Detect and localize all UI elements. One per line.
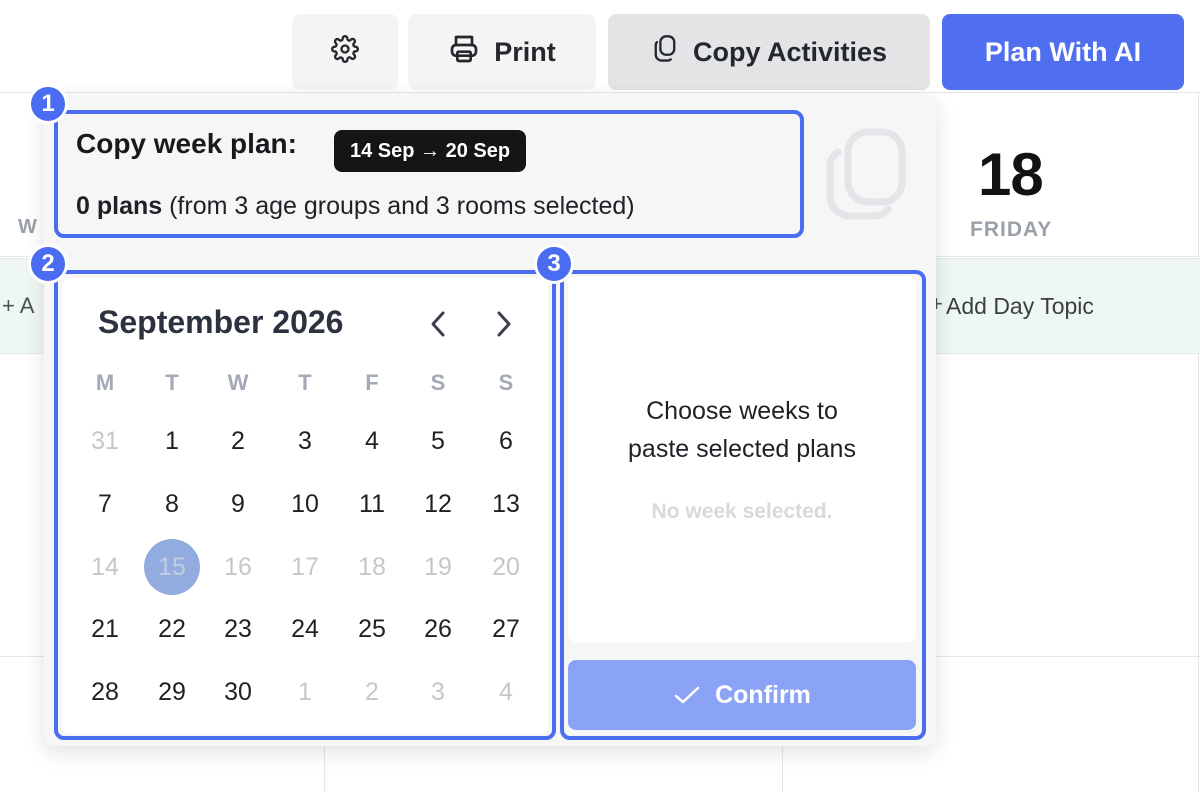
calendar-day[interactable]: 4 — [344, 413, 400, 469]
weekday-label: S — [498, 370, 514, 395]
paste-instructions-line2: paste selected plans — [628, 435, 856, 463]
calendar-day: 19 — [424, 552, 452, 581]
plan-with-ai-label: Plan With AI — [984, 36, 1142, 67]
confirm-label: Confirm — [715, 680, 811, 709]
calendar-day[interactable]: 1 — [144, 413, 200, 469]
settings-button[interactable] — [292, 14, 398, 90]
calendar-day: 18 — [358, 552, 386, 581]
weekday-label: W — [227, 370, 249, 395]
plans-detail: (from 3 age groups and 3 rooms selected) — [169, 192, 635, 220]
calendar-day[interactable]: 10 — [277, 476, 333, 532]
step-badge-2: 2 — [28, 244, 68, 284]
planner-screen: W + A + Add Day Topic 18 FRIDAY Print Co… — [0, 0, 1200, 792]
grid-line — [1198, 92, 1199, 792]
calendar-day[interactable]: 22 — [144, 601, 200, 657]
weekday-label: F — [365, 370, 379, 395]
calendar-day: 17 — [291, 552, 319, 581]
calendar-day[interactable]: 7 — [77, 476, 133, 532]
calendar-day: 31 — [91, 426, 119, 455]
printer-icon — [448, 33, 480, 72]
calendar-day: 16 — [224, 552, 252, 581]
chevron-left-icon — [431, 311, 445, 337]
calendar-day[interactable]: 2 — [210, 413, 266, 469]
calendar-day[interactable]: 21 — [77, 601, 133, 657]
calendar-day[interactable]: 12 — [410, 476, 466, 532]
previous-month-button[interactable] — [420, 304, 456, 344]
calendar-day[interactable]: 26 — [410, 601, 466, 657]
calendar-day: 20 — [492, 552, 520, 581]
grid-line — [0, 92, 1200, 93]
calendar-day[interactable]: 8 — [144, 476, 200, 532]
calendar-day: 1 — [298, 677, 312, 706]
calendar-day[interactable]: 5 — [410, 413, 466, 469]
next-month-button[interactable] — [486, 304, 522, 344]
copy-week-title: Copy week plan: — [76, 128, 297, 159]
grid-line — [324, 740, 325, 792]
calendar-day[interactable]: 28 — [77, 664, 133, 720]
add-day-topic-label: Add Day Topic — [946, 293, 1094, 319]
calendar-day[interactable]: 29 — [144, 664, 200, 720]
plans-summary: 0 plans (from 3 age groups and 3 rooms s… — [76, 192, 635, 221]
no-week-selected-text: No week selected. — [651, 500, 833, 523]
day-name: FRIDAY — [970, 218, 1053, 241]
weekday-label: M — [95, 370, 115, 395]
calendar-month-label: September 2026 — [98, 304, 344, 340]
copy-icon — [651, 34, 679, 71]
calendar-day[interactable]: 30 — [210, 664, 266, 720]
confirm-button[interactable]: Confirm — [568, 660, 916, 730]
add-day-topic-button[interactable]: + Add Day Topic — [928, 258, 1200, 354]
weekday-label: T — [165, 370, 179, 395]
calendar-day-selected[interactable]: 15 — [144, 539, 200, 595]
copy-activities-label: Copy Activities — [692, 36, 888, 67]
step-badge-1: 1 — [28, 84, 68, 124]
step-badge-3: 3 — [534, 244, 574, 284]
calendar-day[interactable]: 6 — [478, 413, 534, 469]
paste-instructions: Choose weeks to paste selected plans — [568, 392, 916, 468]
calendar-day: 4 — [499, 677, 513, 706]
print-label: Print — [494, 36, 556, 67]
calendar-day[interactable]: 11 — [344, 476, 400, 532]
calendar-day[interactable]: 13 — [478, 476, 534, 532]
weekday-label: S — [430, 370, 446, 395]
copy-watermark-icon — [820, 124, 912, 224]
weekday-label: W — [18, 216, 38, 238]
calendar-day: 14 — [91, 552, 119, 581]
weekday-label: T — [298, 370, 312, 395]
plan-with-ai-button[interactable]: Plan With AI — [942, 14, 1184, 90]
calendar-day[interactable]: 9 — [210, 476, 266, 532]
calendar-day[interactable]: 27 — [478, 601, 534, 657]
copy-activities-button[interactable]: Copy Activities — [608, 14, 930, 90]
calendar-day[interactable]: 3 — [277, 413, 333, 469]
check-icon — [674, 686, 700, 704]
add-day-topic-label: + A — [2, 293, 35, 318]
grid-line — [782, 740, 783, 792]
print-button[interactable]: Print — [408, 14, 596, 90]
calendar-day[interactable]: 24 — [277, 601, 333, 657]
date-range-chip: 14 Sep → 20 Sep — [334, 130, 527, 172]
chevron-right-icon — [497, 311, 511, 337]
paste-instructions-line1: Choose weeks to — [646, 397, 838, 425]
calendar-day: 3 — [431, 677, 445, 706]
calendar-day[interactable]: 23 — [210, 601, 266, 657]
calendar-day[interactable]: 25 — [344, 601, 400, 657]
gear-icon — [331, 34, 359, 70]
plans-count: 0 plans — [76, 192, 163, 220]
day-number: 18 — [978, 141, 1044, 208]
calendar-day: 2 — [365, 677, 379, 706]
